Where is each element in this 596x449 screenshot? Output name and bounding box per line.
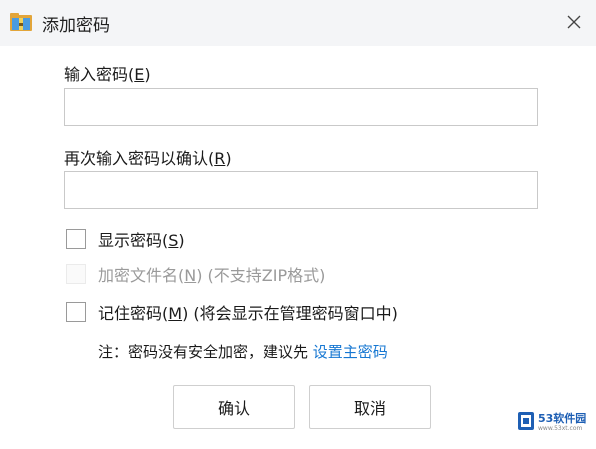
show-password-label: 显示密码(S)	[98, 231, 185, 250]
watermark-url: www.53xt.com	[538, 425, 583, 432]
password-label: 输入密码(E)	[64, 65, 151, 84]
window-title: 添加密码	[42, 16, 110, 36]
remember-password-checkbox[interactable]	[66, 302, 86, 322]
title-bar: 添加密码	[0, 0, 596, 46]
close-icon	[567, 15, 581, 29]
site-watermark: 53软件园 www.53xt.com	[518, 410, 590, 440]
note-text: 注：密码没有安全加密，建议先	[98, 343, 313, 361]
show-password-option[interactable]: 显示密码(S)	[66, 227, 185, 251]
password-input[interactable]	[64, 88, 538, 126]
security-note: 注：密码没有安全加密，建议先 设置主密码	[98, 341, 388, 362]
confirm-password-input[interactable]	[64, 171, 538, 209]
set-master-password-link[interactable]: 设置主密码	[313, 343, 388, 361]
cancel-button[interactable]: 取消	[309, 385, 431, 429]
confirm-password-label: 再次输入密码以确认(R)	[64, 149, 232, 168]
confirm-button[interactable]: 确认	[173, 385, 295, 429]
watermark-logo-icon	[518, 412, 534, 430]
encrypt-filename-option: 加密文件名(N) (不支持ZIP格式)	[66, 262, 325, 286]
close-button[interactable]	[558, 6, 590, 38]
archive-folder-icon	[10, 13, 32, 31]
remember-password-label: 记住密码(M) (将会显示在管理密码窗口中)	[98, 304, 398, 323]
encrypt-filename-label: 加密文件名(N) (不支持ZIP格式)	[98, 266, 326, 285]
remember-password-option[interactable]: 记住密码(M) (将会显示在管理密码窗口中)	[66, 300, 398, 324]
show-password-checkbox[interactable]	[66, 229, 86, 249]
encrypt-filename-checkbox	[66, 264, 86, 284]
watermark-brand: 53软件园	[538, 412, 587, 425]
